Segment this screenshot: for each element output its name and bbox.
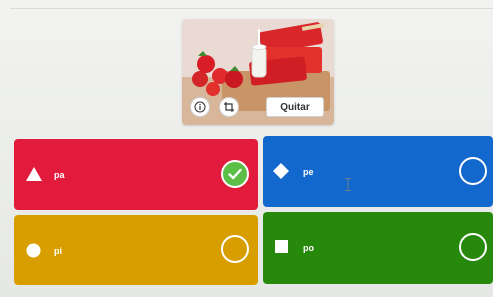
text-cursor-icon xyxy=(345,178,351,191)
info-icon[interactable] xyxy=(190,97,210,117)
answer-option-green[interactable]: po xyxy=(263,212,493,284)
question-image-card[interactable]: Quitar xyxy=(182,19,334,125)
answer-text[interactable]: pe xyxy=(303,167,314,177)
mark-correct-toggle[interactable] xyxy=(221,235,249,263)
crop-icon[interactable] xyxy=(219,97,239,117)
mark-correct-toggle[interactable] xyxy=(459,233,487,261)
square-icon xyxy=(275,240,288,253)
answer-option-blue[interactable]: pe xyxy=(263,136,493,207)
quiz-editor-screen: Quitar pa pe pi po xyxy=(0,0,493,297)
mark-correct-toggle[interactable] xyxy=(459,157,487,185)
answer-text[interactable]: pa xyxy=(54,170,65,180)
correct-answer-check-icon[interactable] xyxy=(221,160,249,188)
remove-image-button[interactable]: Quitar xyxy=(266,97,324,117)
circle-icon xyxy=(26,243,41,258)
answer-option-red[interactable]: pa xyxy=(14,139,258,210)
answer-text[interactable]: po xyxy=(303,243,314,253)
divider xyxy=(10,8,493,9)
answer-text[interactable]: pi xyxy=(54,246,62,256)
diamond-icon xyxy=(273,163,289,179)
answer-option-yellow[interactable]: pi xyxy=(14,215,258,285)
triangle-icon xyxy=(26,167,42,181)
